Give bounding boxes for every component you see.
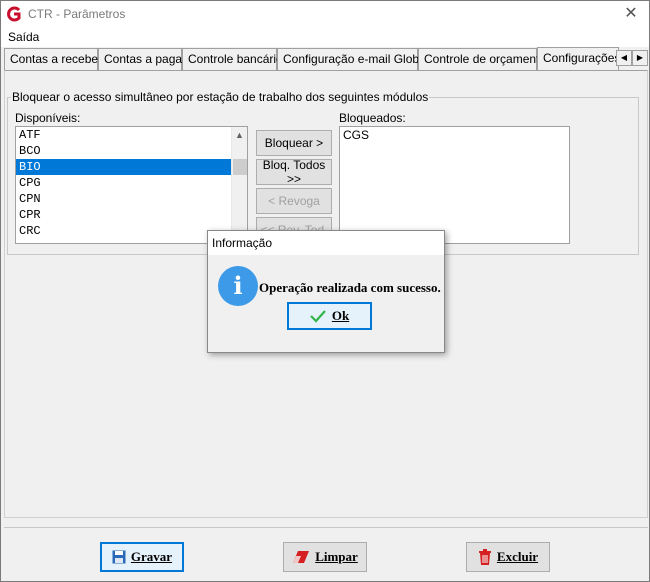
tab-contas-receber[interactable]: Contas a receber <box>4 48 102 70</box>
blocked-label: Bloqueados: <box>339 111 406 125</box>
app-logo-icon <box>7 6 21 22</box>
checkmark-icon <box>310 310 326 323</box>
tab-strip: Contas a receber Contas a pagar Controle… <box>4 47 648 70</box>
menu-item-saida[interactable]: Saída <box>8 30 39 44</box>
blocked-list: CGS <box>340 127 569 143</box>
available-list-item[interactable]: BIO <box>16 159 232 175</box>
tab-configuracoes[interactable]: Configurações <box>537 47 619 70</box>
delete-button-label: Excluir <box>496 549 539 564</box>
available-label: Disponíveis: <box>15 111 81 125</box>
tab-contas-pagar[interactable]: Contas a pagar <box>98 48 186 70</box>
eraser-icon <box>293 551 310 563</box>
menu-bar: Saída <box>1 27 649 47</box>
tab-controle-orcamento[interactable]: Controle de orçamento <box>418 48 546 70</box>
tab-scroll-right-button[interactable]: ▶ <box>632 50 648 66</box>
tab-label: Contas a receber <box>10 52 103 66</box>
dialog-title: Informação <box>208 231 444 255</box>
dialog-message: Operação realizada com sucesso. <box>259 280 441 295</box>
tab-label: Controle de orçamento <box>424 52 547 66</box>
available-list-item[interactable]: CPN <box>16 191 232 207</box>
clear-button[interactable]: Limpar <box>283 542 367 572</box>
close-icon: ✕ <box>624 5 638 22</box>
available-list-item[interactable]: CRC <box>16 223 232 239</box>
ok-button[interactable]: Ok <box>287 302 372 330</box>
available-listbox[interactable]: ATF BCO BIO CPG CPN CPR CRC ▲ <box>15 126 248 244</box>
close-button[interactable]: ✕ <box>613 1 649 27</box>
scroll-up-icon[interactable]: ▲ <box>232 127 247 143</box>
block-button-label: Bloquear > <box>264 136 324 150</box>
scrollbar-thumb[interactable] <box>233 159 247 175</box>
block-button[interactable]: Bloquear > <box>256 130 332 156</box>
revoke-button-label: < Revoga <box>268 194 320 208</box>
clear-button-label: Limpar <box>315 549 358 564</box>
window-title: CTR - Parâmetros <box>28 7 126 21</box>
tab-scroll-left-button[interactable]: ◀ <box>616 50 632 66</box>
blocked-list-item[interactable]: CGS <box>340 127 569 143</box>
available-list: ATF BCO BIO CPG CPN CPR CRC <box>16 127 247 239</box>
tab-label: Configurações <box>543 51 619 65</box>
tab-label: Controle bancário <box>188 52 283 66</box>
trash-icon <box>478 549 491 565</box>
blocked-listbox[interactable]: CGS <box>339 126 570 244</box>
floppy-disk-icon <box>112 550 126 564</box>
main-window: CTR - Parâmetros ✕ Saída Contas a recebe… <box>0 0 650 582</box>
available-list-item[interactable]: CPR <box>16 207 232 223</box>
left-arrow-icon: ◀ <box>620 53 628 62</box>
tab-label: Contas a pagar <box>104 52 187 66</box>
available-list-item[interactable]: BCO <box>16 143 232 159</box>
tab-label: Configuração e-mail Globus <box>283 52 432 66</box>
info-icon: i <box>218 266 258 306</box>
tab-config-email[interactable]: Configuração e-mail Globus <box>277 48 432 70</box>
delete-button[interactable]: Excluir <box>466 542 550 572</box>
available-list-item[interactable]: CPG <box>16 175 232 191</box>
save-button[interactable]: Gravar <box>100 542 184 572</box>
available-list-item[interactable]: ATF <box>16 127 232 143</box>
tab-controle-bancario[interactable]: Controle bancário <box>182 48 283 70</box>
title-bar: CTR - Parâmetros ✕ <box>1 1 649 27</box>
right-arrow-icon: ▶ <box>636 53 644 62</box>
available-scrollbar[interactable]: ▲ <box>231 127 247 243</box>
ok-button-label: Ok <box>331 308 350 323</box>
block-all-button[interactable]: Bloq. Todos >> <box>256 158 332 186</box>
revoke-button[interactable]: < Revoga <box>256 188 332 214</box>
save-button-label: Gravar <box>130 549 173 564</box>
block-all-button-label: Bloq. Todos >> <box>262 158 326 186</box>
info-dialog: Informação i Operação realizada com suce… <box>207 230 445 353</box>
groupbox-caption: Bloquear o acesso simultâneo por estação… <box>11 90 430 104</box>
